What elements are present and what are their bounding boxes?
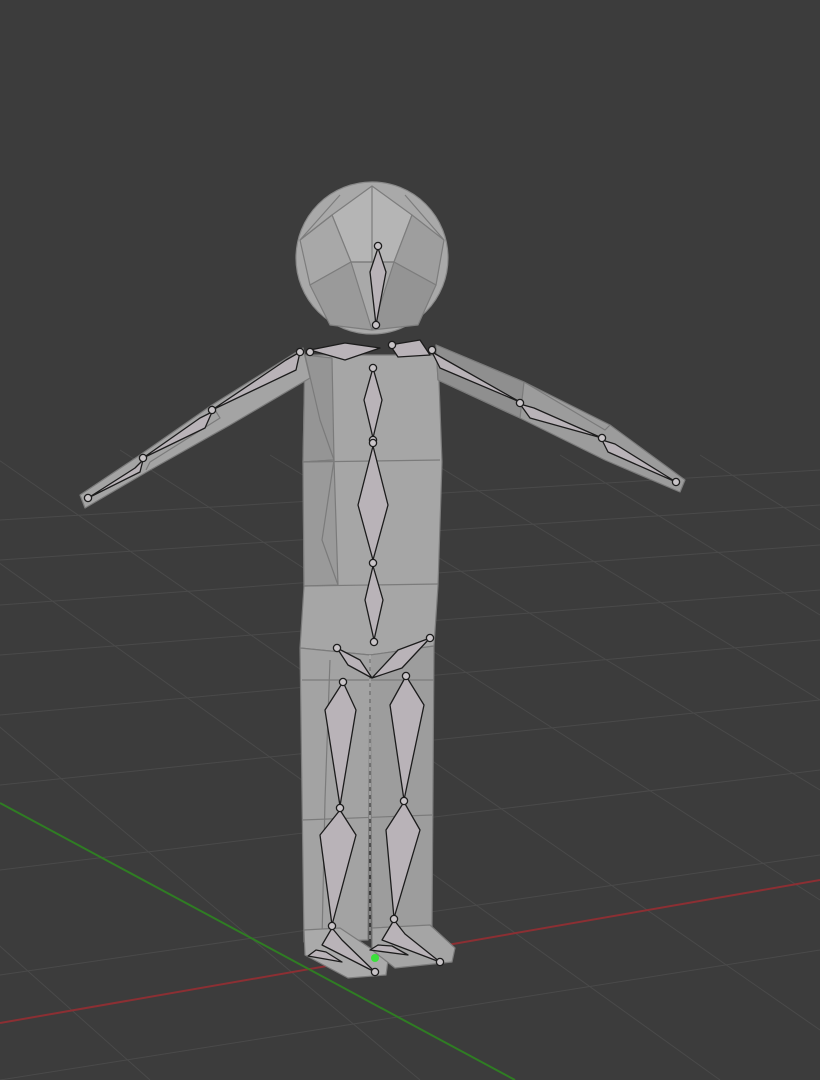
bone-joint[interactable] — [399, 796, 409, 806]
bone-joint[interactable] — [368, 438, 378, 448]
bone-joint[interactable] — [373, 241, 383, 251]
bone-joint[interactable] — [83, 493, 93, 503]
bone-joint[interactable] — [368, 558, 378, 568]
bone-joint[interactable] — [387, 340, 397, 350]
bone-joint[interactable] — [597, 433, 607, 443]
bone-joint[interactable] — [332, 643, 342, 653]
bone-joint[interactable] — [368, 363, 378, 373]
bone-joint[interactable] — [389, 914, 399, 924]
bone-joint[interactable] — [515, 398, 525, 408]
bone-joint[interactable] — [370, 967, 380, 977]
bone-joint[interactable] — [335, 803, 345, 813]
bone-joint[interactable] — [425, 633, 435, 643]
bone-joint[interactable] — [295, 347, 305, 357]
bone-joint[interactable] — [369, 637, 379, 647]
bone-joint[interactable] — [305, 347, 315, 357]
bone-joint[interactable] — [327, 921, 337, 931]
bone-joint[interactable] — [371, 320, 381, 330]
object-origin-dot[interactable] — [371, 954, 379, 962]
bone-joint[interactable] — [138, 453, 148, 463]
3d-viewport[interactable] — [0, 0, 820, 1080]
bone-joint[interactable] — [338, 677, 348, 687]
bone-joint[interactable] — [427, 345, 437, 355]
bone-joint[interactable] — [207, 405, 217, 415]
bone-joint[interactable] — [671, 477, 681, 487]
character-mesh[interactable] — [79, 181, 686, 979]
bone-joint[interactable] — [401, 671, 411, 681]
viewport-canvas[interactable] — [0, 0, 820, 1080]
bone-shoulder-right — [389, 339, 431, 358]
bone-joint[interactable] — [435, 957, 445, 967]
